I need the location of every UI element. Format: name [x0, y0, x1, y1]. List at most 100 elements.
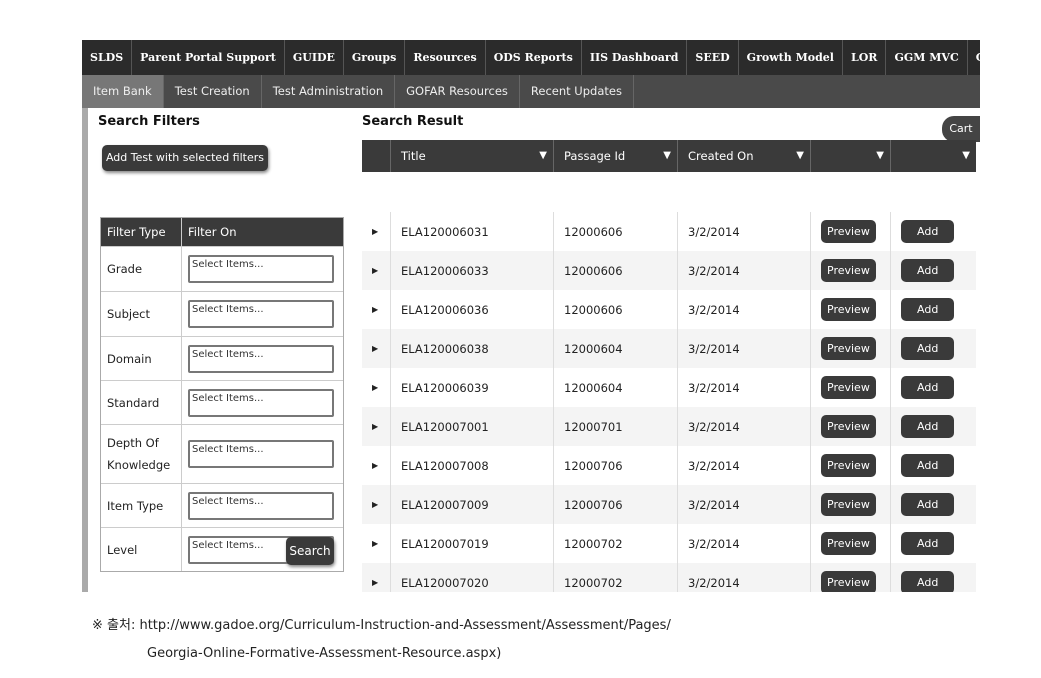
expand-icon[interactable]: ▶ — [362, 251, 390, 290]
expand-icon[interactable]: ▶ — [362, 329, 390, 368]
passage-id-cell: 12000701 — [553, 407, 677, 446]
tab-test-administration[interactable]: Test Administration — [262, 75, 396, 108]
title-cell: ELA120006033 — [390, 251, 553, 290]
title-cell: ELA120007009 — [390, 485, 553, 524]
preview-button[interactable]: Preview — [821, 571, 876, 592]
filter-type-label: Level — [101, 528, 182, 571]
filter-select-input[interactable]: Select Items... — [188, 344, 334, 373]
add-button[interactable]: Add — [901, 220, 955, 243]
add-cell: Add — [890, 524, 976, 563]
add-button[interactable]: Add — [901, 454, 955, 477]
nav-item-ods-reports[interactable]: ODS Reports — [486, 40, 582, 75]
expand-icon[interactable]: ▶ — [362, 485, 390, 524]
nav-item-guide[interactable]: GUIDE — [285, 40, 344, 75]
expand-icon[interactable]: ▶ — [362, 290, 390, 329]
nav-item-resources[interactable]: Resources — [405, 40, 486, 75]
add-button[interactable]: Add — [901, 415, 955, 438]
preview-button[interactable]: Preview — [821, 376, 876, 399]
column-header[interactable]: ▼ — [890, 140, 976, 172]
table-row: ▶ ELA120007008 12000706 3/2/2014 Preview Add — [362, 446, 976, 485]
filter-icon[interactable]: ▼ — [663, 140, 671, 172]
filter-icon[interactable]: ▼ — [796, 140, 804, 172]
tab-gofar-resources[interactable]: GOFAR Resources — [395, 75, 520, 108]
preview-button[interactable]: Preview — [821, 259, 876, 282]
nav-item-lor[interactable]: LOR — [843, 40, 887, 75]
expand-icon[interactable]: ▶ — [362, 524, 390, 563]
nav-item-parent-portal-support[interactable]: Parent Portal Support — [132, 40, 285, 75]
filter-cell: Select Items... — [182, 425, 343, 483]
sub-nav: Item Bank Test Creation Test Administratio… — [82, 75, 980, 108]
column-header[interactable]: Created On ▼ — [677, 140, 810, 172]
preview-button[interactable]: Preview — [821, 415, 876, 438]
expand-icon[interactable]: ▶ — [362, 212, 390, 251]
add-button[interactable]: Add — [901, 532, 955, 555]
passage-id-cell: 12000606 — [553, 212, 677, 251]
filter-cell: Select Items... — [182, 337, 343, 380]
created-on-cell: 3/2/2014 — [677, 251, 810, 290]
expander-col — [362, 140, 390, 172]
preview-cell: Preview — [810, 368, 890, 407]
expand-icon[interactable]: ▶ — [362, 407, 390, 446]
title-cell: ELA120006038 — [390, 329, 553, 368]
tab-item-bank[interactable]: Item Bank — [82, 75, 164, 108]
passage-id-cell: 12000604 — [553, 368, 677, 407]
filter-select-input[interactable]: Select Items... — [188, 255, 334, 283]
col-filter-on: Filter On — [188, 225, 237, 239]
nav-item-seed[interactable]: SEED — [687, 40, 739, 75]
tab-recent-updates[interactable]: Recent Updates — [520, 75, 634, 108]
filter-icon[interactable]: ▼ — [539, 140, 547, 172]
filter-select-input[interactable]: Select Items... — [188, 300, 334, 328]
expand-icon[interactable]: ▶ — [362, 446, 390, 485]
filter-icon[interactable]: ▼ — [962, 140, 970, 172]
app-screenshot: SLDS Parent Portal Support GUIDE Groups Reso… — [82, 40, 980, 592]
preview-cell: Preview — [810, 251, 890, 290]
add-button[interactable]: Add — [901, 571, 955, 592]
add-cell: Add — [890, 368, 976, 407]
add-button[interactable]: Add — [901, 493, 955, 516]
add-button[interactable]: Add — [901, 376, 955, 399]
preview-button[interactable]: Preview — [821, 220, 876, 243]
nav-item-growth-model[interactable]: Growth Model — [739, 40, 843, 75]
col-filter-type: Filter Type — [101, 218, 182, 246]
add-button[interactable]: Add — [901, 298, 955, 321]
column-header[interactable]: Passage Id ▼ — [553, 140, 677, 172]
preview-button[interactable]: Preview — [821, 454, 876, 477]
created-on-cell: 3/2/2014 — [677, 329, 810, 368]
nav-item-groups[interactable]: Groups — [344, 40, 406, 75]
passage-id-cell: 12000606 — [553, 290, 677, 329]
filter-select-input[interactable]: Select Items... — [188, 491, 334, 520]
cart-button[interactable]: Cart — [942, 116, 980, 142]
passage-id-cell: 12000706 — [553, 485, 677, 524]
add-test-button[interactable]: Add Test with selected filters — [102, 145, 268, 171]
created-on-cell: 3/2/2014 — [677, 290, 810, 329]
created-on-cell: 3/2/2014 — [677, 368, 810, 407]
preview-button[interactable]: Preview — [821, 337, 876, 360]
filter-row: Grade Select Items... — [101, 246, 343, 291]
nav-item-iis-dashboard[interactable]: IIS Dashboard — [582, 40, 688, 75]
nav-item-ggm-mvc[interactable]: GGM MVC — [886, 40, 968, 75]
preview-cell: Preview — [810, 329, 890, 368]
nav-item-slds[interactable]: SLDS — [82, 40, 133, 75]
column-title: Title — [401, 149, 426, 163]
expand-icon[interactable]: ▶ — [362, 563, 390, 592]
add-button[interactable]: Add — [901, 259, 955, 282]
table-row: ▶ ELA120006039 12000604 3/2/2014 Preview Add — [362, 368, 976, 407]
preview-button[interactable]: Preview — [821, 532, 876, 555]
preview-cell: Preview — [810, 407, 890, 446]
preview-button[interactable]: Preview — [821, 298, 876, 321]
title-cell: ELA120007008 — [390, 446, 553, 485]
preview-button[interactable]: Preview — [821, 493, 876, 516]
search-button[interactable]: Search — [286, 537, 334, 565]
nav-item-gofar[interactable]: GOFAR — [968, 40, 980, 75]
add-button[interactable]: Add — [901, 337, 955, 360]
filter-type-label: Domain — [101, 337, 182, 380]
filter-select-input[interactable]: Select Items... — [188, 440, 334, 468]
filter-select-input[interactable]: Select Items... — [188, 388, 334, 417]
filter-icon[interactable]: ▼ — [876, 140, 884, 172]
table-row: ▶ ELA120007019 12000702 3/2/2014 Preview Add — [362, 524, 976, 563]
top-nav: SLDS Parent Portal Support GUIDE Groups Reso… — [82, 40, 980, 75]
column-header[interactable]: ▼ — [810, 140, 890, 172]
column-header[interactable]: Title ▼ — [390, 140, 553, 172]
tab-test-creation[interactable]: Test Creation — [164, 75, 262, 108]
expand-icon[interactable]: ▶ — [362, 368, 390, 407]
